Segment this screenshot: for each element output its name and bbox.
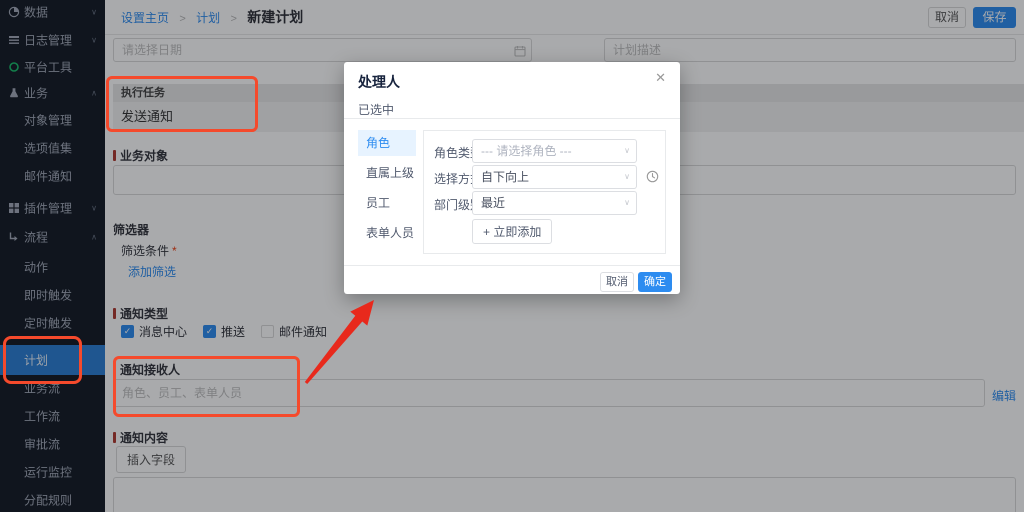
select-mode-select[interactable]: 自下向上 ∨: [472, 165, 637, 189]
close-icon[interactable]: ✕: [655, 70, 666, 86]
screenshot-root: 数据 ∨ 日志管理 ∨ 平台工具 业务 ∧ 对象管理 选项值集: [0, 0, 1024, 512]
divider: [344, 265, 680, 266]
chevron-down-icon: ∨: [624, 140, 630, 162]
add-now-button[interactable]: + 立即添加: [472, 219, 552, 244]
tab-role[interactable]: 角色: [358, 130, 416, 156]
divider: [344, 118, 680, 119]
modal-cancel-button[interactable]: 取消: [600, 272, 634, 292]
handler-modal: 处理人 ✕ 已选中 角色 直属上级 员工 表单人员 角色类型 --- 请选择角色…: [344, 62, 680, 294]
chevron-down-icon: ∨: [624, 166, 630, 188]
clock-help-icon[interactable]: [646, 170, 659, 183]
modal-confirm-button[interactable]: 确定: [638, 272, 672, 292]
chevron-down-icon: ∨: [624, 192, 630, 214]
selected-label: 已选中: [358, 101, 394, 118]
tab-employee[interactable]: 员工: [358, 190, 416, 216]
plus-icon: +: [483, 225, 490, 239]
tab-form-person[interactable]: 表单人员: [358, 220, 416, 246]
modal-title: 处理人: [358, 72, 400, 92]
dept-level-select[interactable]: 最近 ∨: [472, 191, 637, 215]
tab-direct-superior[interactable]: 直属上级: [358, 160, 416, 186]
role-type-select[interactable]: --- 请选择角色 --- ∨: [472, 139, 637, 163]
role-config-panel: 角色类型 --- 请选择角色 --- ∨ 选择方式 自下向上 ∨ 部门级别 最近…: [423, 130, 666, 254]
